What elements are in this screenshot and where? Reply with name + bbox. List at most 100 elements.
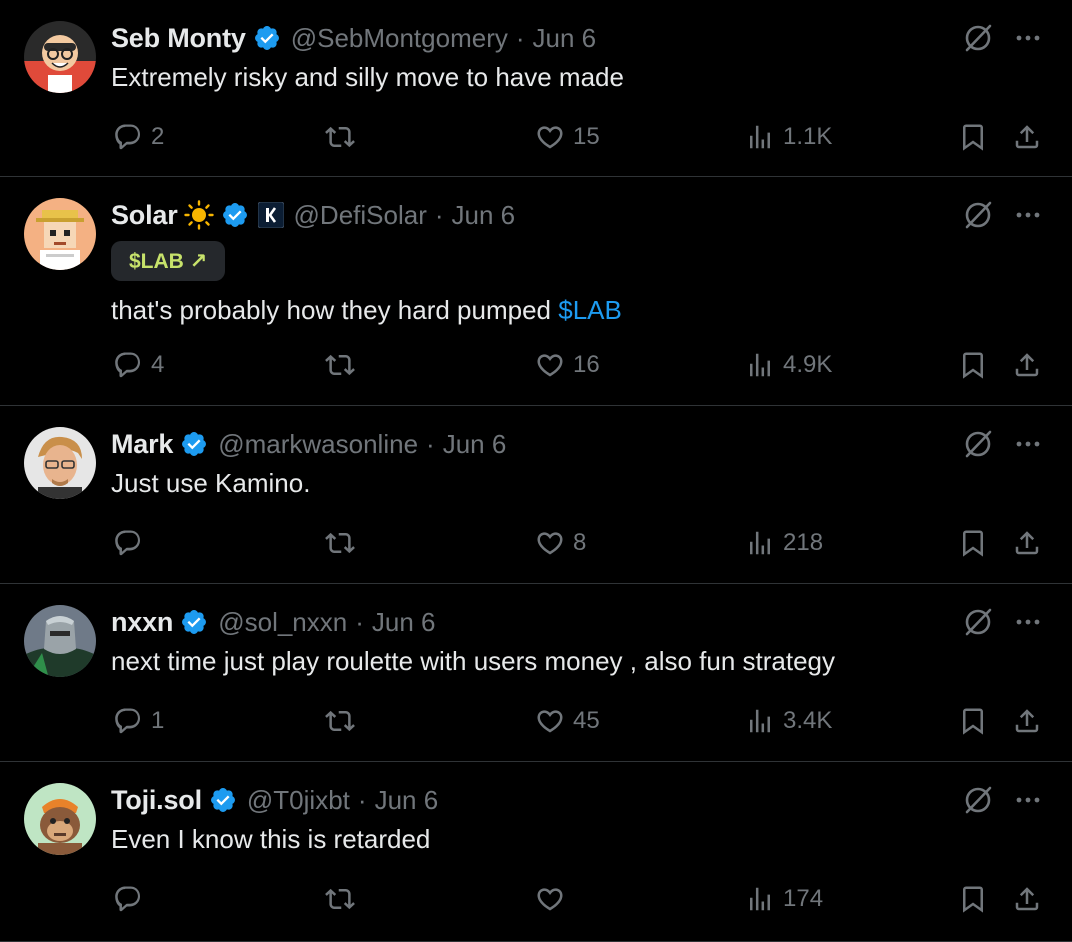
grok-icon[interactable] [962,606,994,643]
handle[interactable]: @markwasonline [218,429,418,460]
handle[interactable]: @SebMontgomery [291,23,508,54]
timestamp[interactable]: Jun 6 [372,607,436,638]
reply-button[interactable]: 2 [113,117,164,157]
timestamp[interactable]: Jun 6 [452,200,516,231]
share-button[interactable] [1012,523,1042,563]
grok-icon[interactable] [962,22,994,59]
bookmark-icon [958,122,988,152]
display-name[interactable]: Seb Monty [111,23,246,54]
cashtag-link[interactable]: $LAB [558,295,622,325]
action-bar: 1 45 3.4K [0,701,1072,741]
reply-button[interactable]: 1 [113,701,164,741]
views-button[interactable]: 1.1K [745,117,832,157]
reply-count: 2 [151,123,165,150]
tweet-1[interactable]: Seb Monty @SebMontgomery · Jun 6 Extreme… [0,0,1072,177]
views-button[interactable]: 218 [745,523,823,563]
sun-emoji-icon [183,200,214,230]
heart-icon [535,884,565,914]
like-count: 8 [573,529,587,556]
bookmark-button[interactable] [958,523,988,563]
reply-icon [113,884,143,914]
reply-button[interactable] [113,879,151,919]
affiliate-logo-icon[interactable] [257,201,285,229]
display-name[interactable]: Toji.sol [111,785,202,816]
share-button[interactable] [1012,879,1042,919]
retweet-button[interactable] [325,701,363,741]
avatar[interactable] [24,427,96,499]
like-button[interactable]: 8 [535,523,586,563]
more-horizontal-icon[interactable] [1012,22,1044,59]
tweet-header: Seb Monty @SebMontgomery · Jun 6 [111,20,596,56]
share-icon [1012,706,1042,736]
timestamp[interactable]: Jun 6 [443,429,507,460]
tweet-header: Mark @markwasonline · Jun 6 [111,426,506,462]
retweet-button[interactable] [325,879,363,919]
timestamp[interactable]: Jun 6 [375,785,439,816]
views-button[interactable]: 4.9K [745,345,832,385]
avatar[interactable] [24,605,96,677]
reply-icon [113,528,143,558]
verified-badge-icon [253,24,281,52]
share-icon [1012,528,1042,558]
retweet-button[interactable] [325,345,363,385]
tweet-2[interactable]: Solar @DefiSolar · Jun 6 $LAB ↗ that's p… [0,177,1072,406]
retweet-icon [325,706,355,736]
cashtag-pill[interactable]: $LAB ↗ [111,241,226,281]
views-button[interactable]: 3.4K [745,701,832,741]
tweet-text: Just use Kamino. [111,468,311,498]
display-name[interactable]: nxxn [111,607,173,638]
display-name[interactable]: Solar [111,200,178,231]
action-bar: 2 15 1.1K [0,117,1072,157]
more-horizontal-icon[interactable] [1012,428,1044,465]
bookmark-button[interactable] [958,879,988,919]
tweet-4[interactable]: nxxn @sol_nxxn · Jun 6 next time just pl… [0,584,1072,762]
verified-badge-icon [209,786,237,814]
more-horizontal-icon[interactable] [1012,199,1044,236]
retweet-icon [325,350,355,380]
bookmark-button[interactable] [958,117,988,157]
tweet-3[interactable]: Mark @markwasonline · Jun 6 Just use Kam… [0,406,1072,584]
retweet-icon [325,884,355,914]
handle[interactable]: @DefiSolar [294,200,427,231]
handle[interactable]: @T0jixbt [247,785,350,816]
views-count: 174 [783,885,824,912]
grok-icon[interactable] [962,199,994,236]
avatar[interactable] [24,198,96,270]
heart-icon [535,528,565,558]
views-icon [745,528,775,558]
views-count: 218 [783,529,824,556]
like-button[interactable]: 16 [535,345,600,385]
display-name[interactable]: Mark [111,429,173,460]
share-icon [1012,122,1042,152]
share-button[interactable] [1012,117,1042,157]
tweet-text: that's probably how they hard pumped $LA… [111,295,622,326]
views-button[interactable]: 174 [745,879,823,919]
bookmark-button[interactable] [958,701,988,741]
reply-button[interactable]: 4 [113,345,164,385]
verified-badge-icon [180,430,208,458]
like-count: 16 [573,351,600,378]
more-horizontal-icon[interactable] [1012,784,1044,821]
tweet-5[interactable]: Toji.sol @T0jixbt · Jun 6 Even I know th… [0,762,1072,942]
like-button[interactable]: 45 [535,701,600,741]
reply-count: 1 [151,707,165,734]
handle[interactable]: @sol_nxxn [218,607,347,638]
bookmark-button[interactable] [958,345,988,385]
retweet-button[interactable] [325,117,363,157]
like-button[interactable] [535,879,573,919]
retweet-button[interactable] [325,523,363,563]
reply-icon [113,350,143,380]
reply-icon [113,122,143,152]
avatar[interactable] [24,783,96,855]
timestamp[interactable]: Jun 6 [533,23,597,54]
share-button[interactable] [1012,701,1042,741]
grok-icon[interactable] [962,428,994,465]
more-horizontal-icon[interactable] [1012,606,1044,643]
separator: · [515,22,525,53]
avatar[interactable] [24,21,96,93]
retweet-icon [325,122,355,152]
reply-button[interactable] [113,523,151,563]
grok-icon[interactable] [962,784,994,821]
like-button[interactable]: 15 [535,117,600,157]
share-button[interactable] [1012,345,1042,385]
